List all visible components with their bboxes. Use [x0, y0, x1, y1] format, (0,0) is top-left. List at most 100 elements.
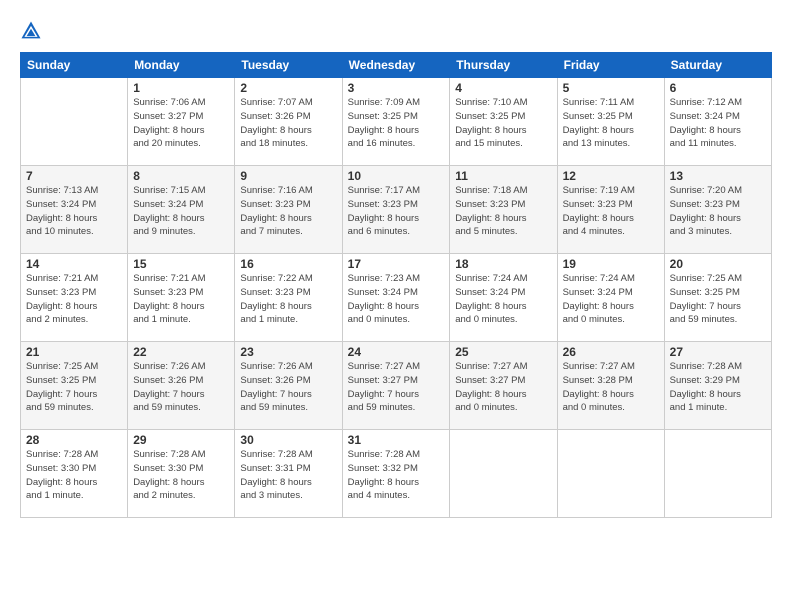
weekday-header-cell: Thursday	[450, 53, 557, 78]
calendar-cell: 20Sunrise: 7:25 AM Sunset: 3:25 PM Dayli…	[664, 254, 771, 342]
weekday-header-cell: Sunday	[21, 53, 128, 78]
calendar-cell: 8Sunrise: 7:15 AM Sunset: 3:24 PM Daylig…	[128, 166, 235, 254]
calendar-week-row: 28Sunrise: 7:28 AM Sunset: 3:30 PM Dayli…	[21, 430, 772, 518]
calendar-body: 1Sunrise: 7:06 AM Sunset: 3:27 PM Daylig…	[21, 78, 772, 518]
day-number: 28	[26, 433, 122, 447]
calendar: SundayMondayTuesdayWednesdayThursdayFrid…	[20, 52, 772, 518]
day-number: 30	[240, 433, 336, 447]
day-info: Sunrise: 7:13 AM Sunset: 3:24 PM Dayligh…	[26, 184, 122, 239]
calendar-cell: 22Sunrise: 7:26 AM Sunset: 3:26 PM Dayli…	[128, 342, 235, 430]
day-info: Sunrise: 7:26 AM Sunset: 3:26 PM Dayligh…	[133, 360, 229, 415]
weekday-header: SundayMondayTuesdayWednesdayThursdayFrid…	[21, 53, 772, 78]
day-number: 7	[26, 169, 122, 183]
day-number: 23	[240, 345, 336, 359]
day-number: 6	[670, 81, 766, 95]
calendar-cell: 17Sunrise: 7:23 AM Sunset: 3:24 PM Dayli…	[342, 254, 450, 342]
calendar-cell: 29Sunrise: 7:28 AM Sunset: 3:30 PM Dayli…	[128, 430, 235, 518]
calendar-cell: 21Sunrise: 7:25 AM Sunset: 3:25 PM Dayli…	[21, 342, 128, 430]
day-info: Sunrise: 7:12 AM Sunset: 3:24 PM Dayligh…	[670, 96, 766, 151]
day-number: 17	[348, 257, 445, 271]
day-info: Sunrise: 7:26 AM Sunset: 3:26 PM Dayligh…	[240, 360, 336, 415]
day-info: Sunrise: 7:23 AM Sunset: 3:24 PM Dayligh…	[348, 272, 445, 327]
calendar-cell: 31Sunrise: 7:28 AM Sunset: 3:32 PM Dayli…	[342, 430, 450, 518]
day-info: Sunrise: 7:16 AM Sunset: 3:23 PM Dayligh…	[240, 184, 336, 239]
calendar-week-row: 14Sunrise: 7:21 AM Sunset: 3:23 PM Dayli…	[21, 254, 772, 342]
header	[20, 18, 772, 42]
day-info: Sunrise: 7:28 AM Sunset: 3:30 PM Dayligh…	[26, 448, 122, 503]
calendar-cell: 19Sunrise: 7:24 AM Sunset: 3:24 PM Dayli…	[557, 254, 664, 342]
page: SundayMondayTuesdayWednesdayThursdayFrid…	[0, 0, 792, 612]
day-info: Sunrise: 7:28 AM Sunset: 3:32 PM Dayligh…	[348, 448, 445, 503]
day-info: Sunrise: 7:24 AM Sunset: 3:24 PM Dayligh…	[455, 272, 551, 327]
day-number: 8	[133, 169, 229, 183]
calendar-cell: 23Sunrise: 7:26 AM Sunset: 3:26 PM Dayli…	[235, 342, 342, 430]
calendar-cell: 6Sunrise: 7:12 AM Sunset: 3:24 PM Daylig…	[664, 78, 771, 166]
calendar-cell: 1Sunrise: 7:06 AM Sunset: 3:27 PM Daylig…	[128, 78, 235, 166]
day-info: Sunrise: 7:07 AM Sunset: 3:26 PM Dayligh…	[240, 96, 336, 151]
day-number: 16	[240, 257, 336, 271]
day-number: 29	[133, 433, 229, 447]
calendar-cell	[450, 430, 557, 518]
calendar-cell: 14Sunrise: 7:21 AM Sunset: 3:23 PM Dayli…	[21, 254, 128, 342]
day-info: Sunrise: 7:22 AM Sunset: 3:23 PM Dayligh…	[240, 272, 336, 327]
calendar-cell: 15Sunrise: 7:21 AM Sunset: 3:23 PM Dayli…	[128, 254, 235, 342]
calendar-cell: 27Sunrise: 7:28 AM Sunset: 3:29 PM Dayli…	[664, 342, 771, 430]
calendar-cell: 30Sunrise: 7:28 AM Sunset: 3:31 PM Dayli…	[235, 430, 342, 518]
day-number: 25	[455, 345, 551, 359]
day-info: Sunrise: 7:27 AM Sunset: 3:27 PM Dayligh…	[348, 360, 445, 415]
day-number: 10	[348, 169, 445, 183]
calendar-cell: 28Sunrise: 7:28 AM Sunset: 3:30 PM Dayli…	[21, 430, 128, 518]
calendar-week-row: 1Sunrise: 7:06 AM Sunset: 3:27 PM Daylig…	[21, 78, 772, 166]
day-number: 21	[26, 345, 122, 359]
calendar-cell: 10Sunrise: 7:17 AM Sunset: 3:23 PM Dayli…	[342, 166, 450, 254]
day-info: Sunrise: 7:09 AM Sunset: 3:25 PM Dayligh…	[348, 96, 445, 151]
day-number: 12	[563, 169, 659, 183]
day-number: 18	[455, 257, 551, 271]
logo-icon	[20, 20, 42, 42]
calendar-cell: 3Sunrise: 7:09 AM Sunset: 3:25 PM Daylig…	[342, 78, 450, 166]
day-number: 4	[455, 81, 551, 95]
day-number: 9	[240, 169, 336, 183]
calendar-cell: 2Sunrise: 7:07 AM Sunset: 3:26 PM Daylig…	[235, 78, 342, 166]
day-info: Sunrise: 7:18 AM Sunset: 3:23 PM Dayligh…	[455, 184, 551, 239]
calendar-cell: 26Sunrise: 7:27 AM Sunset: 3:28 PM Dayli…	[557, 342, 664, 430]
day-info: Sunrise: 7:28 AM Sunset: 3:31 PM Dayligh…	[240, 448, 336, 503]
calendar-cell: 11Sunrise: 7:18 AM Sunset: 3:23 PM Dayli…	[450, 166, 557, 254]
calendar-cell	[21, 78, 128, 166]
day-info: Sunrise: 7:21 AM Sunset: 3:23 PM Dayligh…	[26, 272, 122, 327]
calendar-cell: 13Sunrise: 7:20 AM Sunset: 3:23 PM Dayli…	[664, 166, 771, 254]
day-info: Sunrise: 7:06 AM Sunset: 3:27 PM Dayligh…	[133, 96, 229, 151]
weekday-header-cell: Saturday	[664, 53, 771, 78]
calendar-cell: 16Sunrise: 7:22 AM Sunset: 3:23 PM Dayli…	[235, 254, 342, 342]
day-info: Sunrise: 7:10 AM Sunset: 3:25 PM Dayligh…	[455, 96, 551, 151]
day-info: Sunrise: 7:21 AM Sunset: 3:23 PM Dayligh…	[133, 272, 229, 327]
day-number: 31	[348, 433, 445, 447]
day-info: Sunrise: 7:28 AM Sunset: 3:29 PM Dayligh…	[670, 360, 766, 415]
calendar-week-row: 7Sunrise: 7:13 AM Sunset: 3:24 PM Daylig…	[21, 166, 772, 254]
calendar-cell: 18Sunrise: 7:24 AM Sunset: 3:24 PM Dayli…	[450, 254, 557, 342]
calendar-cell: 12Sunrise: 7:19 AM Sunset: 3:23 PM Dayli…	[557, 166, 664, 254]
day-number: 13	[670, 169, 766, 183]
weekday-header-cell: Monday	[128, 53, 235, 78]
day-info: Sunrise: 7:27 AM Sunset: 3:28 PM Dayligh…	[563, 360, 659, 415]
day-info: Sunrise: 7:17 AM Sunset: 3:23 PM Dayligh…	[348, 184, 445, 239]
weekday-header-cell: Friday	[557, 53, 664, 78]
day-number: 19	[563, 257, 659, 271]
day-number: 1	[133, 81, 229, 95]
day-number: 3	[348, 81, 445, 95]
calendar-cell: 7Sunrise: 7:13 AM Sunset: 3:24 PM Daylig…	[21, 166, 128, 254]
calendar-cell: 5Sunrise: 7:11 AM Sunset: 3:25 PM Daylig…	[557, 78, 664, 166]
calendar-cell: 9Sunrise: 7:16 AM Sunset: 3:23 PM Daylig…	[235, 166, 342, 254]
day-info: Sunrise: 7:11 AM Sunset: 3:25 PM Dayligh…	[563, 96, 659, 151]
calendar-cell	[557, 430, 664, 518]
calendar-cell	[664, 430, 771, 518]
day-info: Sunrise: 7:19 AM Sunset: 3:23 PM Dayligh…	[563, 184, 659, 239]
calendar-cell: 4Sunrise: 7:10 AM Sunset: 3:25 PM Daylig…	[450, 78, 557, 166]
day-info: Sunrise: 7:28 AM Sunset: 3:30 PM Dayligh…	[133, 448, 229, 503]
weekday-header-cell: Tuesday	[235, 53, 342, 78]
day-number: 22	[133, 345, 229, 359]
weekday-header-cell: Wednesday	[342, 53, 450, 78]
day-number: 14	[26, 257, 122, 271]
logo-area	[20, 18, 46, 42]
day-info: Sunrise: 7:15 AM Sunset: 3:24 PM Dayligh…	[133, 184, 229, 239]
